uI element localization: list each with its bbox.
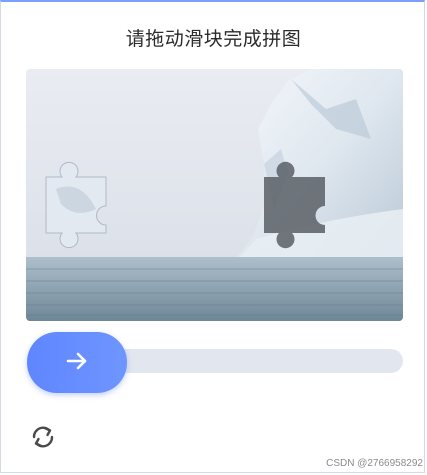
watermark: CSDN @2766958292 [326, 458, 423, 469]
arrow-right-icon [63, 347, 91, 379]
puzzle-image [26, 69, 403, 321]
captcha-title: 请拖动滑块完成拼图 [125, 28, 302, 50]
slider-handle[interactable] [27, 332, 127, 393]
refresh-icon[interactable] [28, 422, 58, 452]
